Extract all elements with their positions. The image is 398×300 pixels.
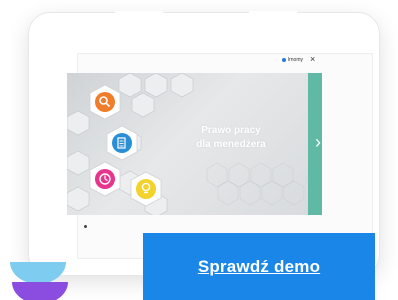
decorative-purple-bowl (12, 282, 68, 300)
hexagon-tile (118, 73, 142, 98)
decorative-cyan-bowl (10, 262, 66, 284)
hexagon-tile (67, 110, 90, 136)
slide-title-line-1: Prawo pracy (201, 125, 261, 136)
search-icon (89, 84, 121, 120)
hexagon-tile (67, 150, 90, 176)
document-icon (106, 125, 138, 161)
brand-logo: lrnomy (282, 57, 303, 63)
slide-title-line-2: dla menedżera (196, 139, 266, 150)
hexagon-tile (170, 73, 194, 98)
hexagon-tile (144, 73, 168, 98)
brand-name: lrnomy (288, 57, 304, 63)
pager-dot[interactable] (84, 225, 87, 228)
clock-icon (89, 161, 121, 197)
demo-button[interactable]: Sprawdź demo (143, 233, 375, 300)
course-slide: Prawo pracy dla menedżera › (67, 73, 322, 215)
chevron-right-icon[interactable]: › (315, 133, 321, 151)
logo-dot-icon (282, 58, 286, 62)
hexagon-tile (67, 186, 90, 212)
decorative-shapes (10, 262, 68, 300)
hexagon-tile (131, 92, 155, 118)
tablet-edge-gap (115, 11, 163, 14)
close-button[interactable]: × (310, 53, 315, 65)
tablet-edge-gap (249, 11, 297, 14)
slide-title: Prawo pracy dla menedżera (171, 124, 291, 152)
demo-button-label[interactable]: Sprawdź demo (198, 257, 320, 277)
next-slide-bar[interactable]: › (308, 73, 322, 215)
